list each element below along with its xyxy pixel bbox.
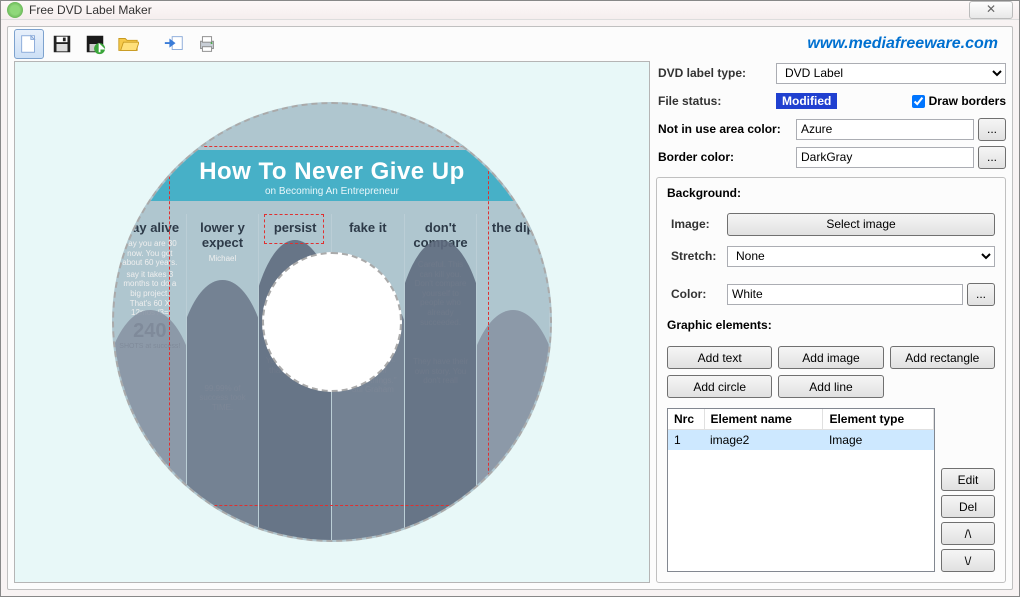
save-as-button[interactable] [80,29,110,59]
draw-borders-checkbox[interactable]: Draw borders [912,94,1006,108]
add-rectangle-button[interactable]: Add rectangle [890,346,995,369]
elements-table[interactable]: Nrc Element name Element type 1 image2 I… [667,408,935,572]
draw-borders-input[interactable] [912,95,925,108]
not-in-use-color-button[interactable]: ... [978,118,1006,141]
edit-button[interactable]: Edit [941,468,995,491]
label-not-in-use: Not in use area color: [656,122,796,136]
add-circle-button[interactable]: Add circle [667,375,772,398]
label-color: Color: [667,287,727,301]
stretch-select[interactable]: None [727,246,995,267]
client-area: www.mediafreeware.com How To Never Give … [7,26,1013,590]
dvd-type-select[interactable]: DVD Label [776,63,1006,84]
body: How To Never Give Up on Becoming An Entr… [8,61,1012,589]
not-in-use-color: Azure [796,119,974,140]
properties-panel: DVD label type: DVD Label File status: M… [656,61,1006,583]
label-dvd-type: DVD label type: [656,66,776,80]
open-button[interactable] [113,29,143,59]
move-down-button[interactable]: \/ [941,549,995,572]
table-row[interactable]: 1 image2 Image [668,430,934,451]
toolbar: www.mediafreeware.com [8,27,1012,61]
bg-color-button[interactable]: ... [967,283,995,306]
select-image-button[interactable]: Select image [727,213,995,236]
file-status-badge: Modified [776,93,837,109]
move-up-button[interactable]: /\ [941,522,995,545]
app-window: Free DVD Label Maker ✕ www.media [0,0,1020,597]
disc-preview: How To Never Give Up on Becoming An Entr… [112,102,552,542]
label-file-status: File status: [656,94,776,108]
titlebar: Free DVD Label Maker ✕ [1,1,1019,20]
col-name[interactable]: Element name [704,409,823,430]
border-color: DarkGray [796,147,974,168]
window-title: Free DVD Label Maker [29,3,152,17]
new-button[interactable] [14,29,44,59]
label-stretch: Stretch: [667,249,727,263]
bg-color: White [727,284,963,305]
dvd-subtitle: on Becoming An Entrepreneur [114,186,550,197]
dvd-title: How To Never Give Up [114,158,550,186]
add-text-button[interactable]: Add text [667,346,772,369]
label-image: Image: [667,217,727,231]
add-line-button[interactable]: Add line [778,375,883,398]
graphic-elements-title: Graphic elements: [667,318,995,332]
background-title: Background: [667,186,995,200]
print-button[interactable] [192,29,222,59]
save-button[interactable] [47,29,77,59]
add-image-button[interactable]: Add image [778,346,883,369]
export-button[interactable] [159,29,189,59]
label-border-color: Border color: [656,150,796,164]
disc-hole [262,252,402,392]
app-icon [7,2,23,18]
canvas[interactable]: How To Never Give Up on Becoming An Entr… [14,61,650,583]
website-link[interactable]: www.mediafreeware.com [807,35,1006,53]
col-type[interactable]: Element type [823,409,934,430]
border-color-button[interactable]: ... [978,146,1006,169]
col-nrc[interactable]: Nrc [668,409,704,430]
background-group: Background: Image: Select image Stretch:… [656,177,1006,583]
close-button[interactable]: ✕ [969,1,1013,19]
delete-button[interactable]: Del [941,495,995,518]
